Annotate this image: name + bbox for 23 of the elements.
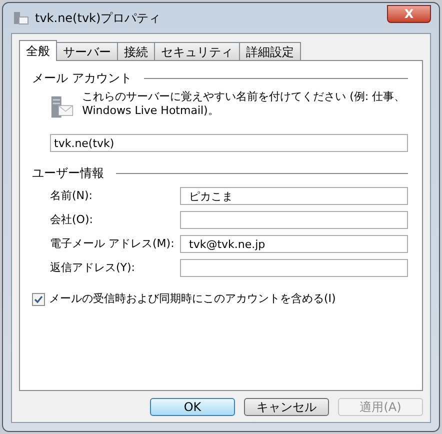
input-field[interactable]: [180, 259, 408, 277]
checkbox[interactable]: [32, 292, 45, 306]
mail-server-icon: [13, 10, 29, 26]
dialog-button[interactable]: キャンセル: [244, 398, 329, 416]
checkbox-label: メールの受信時および同期時にこのアカウントを含める(I): [49, 291, 336, 307]
input-field[interactable]: [180, 211, 408, 229]
field-label: 会社(O):: [50, 212, 94, 228]
field-label: 返信アドレス(Y):: [50, 260, 136, 276]
dialog-button[interactable]: OK: [150, 398, 235, 416]
tab[interactable]: 接続: [117, 42, 155, 60]
tab[interactable]: 詳細設定: [239, 42, 301, 60]
description-text: これらのサーバーに覚えやすい名前を付けてください (例: 仕事、Windows Live Hotmail)。: [82, 90, 406, 119]
field-label: 電子メール アドレス(M):: [50, 236, 176, 252]
window-title: tvk.ne(tvk)プロパティ: [35, 10, 162, 27]
account-name-field[interactable]: tvk.ne(tvk): [50, 134, 408, 152]
section-heading: メール アカウント: [32, 70, 132, 87]
tab[interactable]: サーバー: [56, 42, 118, 60]
tab[interactable]: 全般: [19, 40, 57, 61]
input-field[interactable]: tvk@tvk.ne.jp: [180, 235, 408, 253]
tab[interactable]: セキュリティ: [154, 42, 240, 60]
section-heading: ユーザー情報: [32, 165, 104, 182]
input-field[interactable]: ピカこま: [180, 187, 408, 205]
field-label: 名前(N):: [50, 188, 94, 204]
